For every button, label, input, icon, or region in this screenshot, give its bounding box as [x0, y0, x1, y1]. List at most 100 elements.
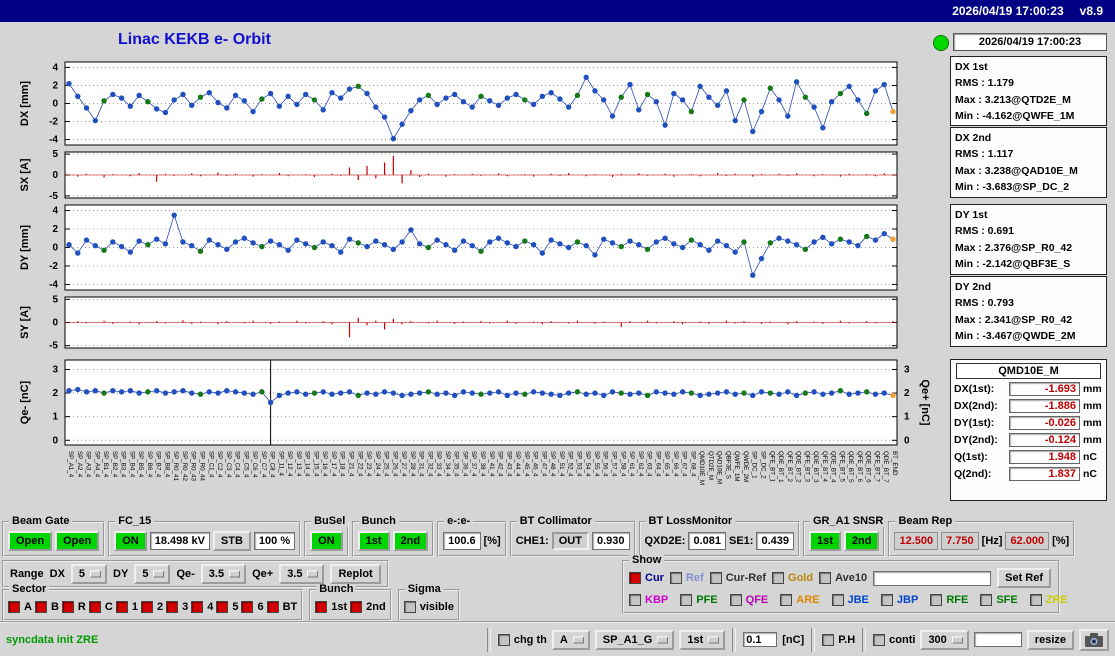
gr-2nd-button[interactable]: 2nd	[843, 531, 880, 551]
busel-on-button[interactable]: ON	[310, 531, 343, 551]
data-point	[92, 387, 98, 394]
y-tick-label: 3	[52, 364, 58, 375]
data-point	[416, 390, 423, 396]
stats-rms: RMS : 1.117	[955, 148, 1014, 161]
sector-checkbox-b[interactable]: B	[34, 601, 59, 613]
data-point	[311, 97, 318, 103]
data-point	[250, 391, 256, 397]
data-point	[197, 248, 204, 254]
x-axis-label: SP_65_4	[663, 451, 670, 477]
data-point	[881, 390, 887, 396]
device-select[interactable]: SP_A1_G	[594, 629, 675, 650]
replot-button[interactable]: Replot	[330, 564, 381, 584]
sector-checkbox-5[interactable]: 5	[216, 601, 238, 613]
data-point	[618, 243, 624, 250]
sector-checkbox-a[interactable]: A	[8, 601, 32, 613]
sector-checkbox-2[interactable]: 2	[140, 601, 163, 613]
count-input[interactable]	[973, 632, 1022, 647]
ph-checkbox[interactable]: P.H	[822, 633, 855, 646]
frame-label: BuSel	[311, 516, 349, 527]
range-dy-select[interactable]: 5	[134, 564, 171, 584]
sigma-visible-checkbox[interactable]: visible	[403, 601, 454, 613]
bunch-2nd-checkbox[interactable]: 2nd	[350, 601, 386, 613]
data-point	[267, 399, 274, 406]
set-ref-button[interactable]: Set Ref	[997, 568, 1052, 588]
sector-checkbox-1[interactable]: 1	[115, 601, 138, 613]
bunch-order-select[interactable]: 1st	[679, 629, 726, 650]
range-qe-plus-select[interactable]: 3.5	[279, 564, 325, 584]
checkbox-label: RFE	[946, 594, 969, 606]
bunch-1st-checkbox[interactable]: 1st	[315, 601, 347, 613]
x-axis-label: SP_B8_4	[163, 451, 170, 478]
separator	[486, 627, 491, 652]
data-point	[215, 242, 221, 248]
show-jbe-checkbox[interactable]: JBE	[831, 594, 869, 606]
bunch-2nd-button[interactable]: 2nd	[392, 531, 429, 551]
fc15-stb-button[interactable]: STB	[212, 531, 251, 551]
chg-th-checkbox[interactable]: chg th	[497, 633, 547, 646]
screenshot-button[interactable]	[1079, 628, 1109, 651]
show-are-checkbox[interactable]: ARE	[780, 594, 820, 606]
beam-gate-open-button-2[interactable]: Open	[55, 531, 100, 551]
data-point	[846, 83, 852, 90]
monitor-row: Q(1st): 1.948 nC	[954, 450, 1103, 464]
monitor-label: DY(2nd):	[954, 434, 998, 446]
data-point	[837, 90, 844, 97]
sector-checkbox-c[interactable]: C	[88, 601, 113, 613]
show-rfe-checkbox[interactable]: RFE	[930, 594, 968, 606]
checkbox-indicator	[680, 594, 693, 606]
checkbox-label: PFE	[696, 594, 718, 606]
sector-select[interactable]: A	[551, 629, 590, 650]
show-ave10-checkbox[interactable]: Ave10	[819, 572, 867, 584]
sector-checkbox-4[interactable]: 4	[191, 601, 213, 613]
show-sfe-checkbox[interactable]: SFE	[980, 594, 1018, 606]
data-point	[601, 97, 607, 103]
data-point	[513, 91, 519, 98]
range-dx-select[interactable]: 5	[70, 564, 108, 584]
show-cur-ref-checkbox[interactable]: Cur-Ref	[709, 572, 766, 584]
show-jbp-checkbox[interactable]: JBP	[880, 594, 918, 606]
data-point	[75, 93, 81, 99]
conti-checkbox[interactable]: conti	[873, 633, 915, 646]
checkbox-label: BT	[282, 601, 298, 613]
data-point	[679, 244, 686, 251]
data-point	[206, 89, 212, 96]
data-point	[364, 243, 370, 250]
beam-gate-open-button-1[interactable]: Open	[8, 531, 53, 551]
checkbox-label: KBP	[645, 594, 669, 606]
show-pfe-checkbox[interactable]: PFE	[680, 594, 718, 606]
data-point	[180, 91, 186, 98]
bunch-1st-button[interactable]: 1st	[357, 531, 390, 551]
checkbox-label: 6	[257, 601, 264, 613]
data-point	[241, 235, 248, 241]
sector-checkbox-bt[interactable]: BT	[266, 601, 298, 613]
data-point	[679, 97, 686, 103]
sector-checkbox-r[interactable]: R	[61, 601, 86, 613]
y-axis-label: SY [A]	[19, 306, 31, 339]
range-qe-minus-select[interactable]: 3.5	[200, 564, 247, 584]
show-kbp-checkbox[interactable]: KBP	[629, 594, 668, 606]
stats-min: Min : -3.467@QWDE_2M	[955, 329, 1076, 342]
monitor-value: 1.948	[1009, 450, 1080, 464]
resize-button[interactable]: resize	[1026, 629, 1074, 650]
show-cur-checkbox[interactable]: Cur	[629, 572, 664, 584]
y-tick-label-right: 2	[904, 388, 910, 399]
y-tick-label: 0	[52, 435, 58, 446]
fc15-on-button[interactable]: ON	[114, 531, 147, 551]
gr-1st-button[interactable]: 1st	[809, 531, 841, 551]
data-point	[881, 81, 887, 88]
ref-name-input[interactable]	[873, 570, 992, 586]
ee-ratio-unit: [%]	[483, 535, 501, 547]
data-point	[583, 391, 589, 397]
show-qfe-checkbox[interactable]: QFE	[729, 594, 768, 606]
sector-checkbox-3[interactable]: 3	[166, 601, 188, 613]
count-select[interactable]: 300	[920, 629, 969, 650]
data-point	[259, 96, 265, 102]
data-point	[565, 104, 572, 110]
show-zre-checkbox[interactable]: ZRE	[1029, 594, 1068, 606]
show-gold-checkbox[interactable]: Gold	[772, 572, 813, 584]
sector-checkbox-6[interactable]: 6	[241, 601, 264, 613]
threshold-input[interactable]	[743, 632, 778, 647]
show-ref-checkbox[interactable]: Ref	[669, 572, 704, 584]
x-axis-label: SP_66_4	[672, 451, 679, 477]
